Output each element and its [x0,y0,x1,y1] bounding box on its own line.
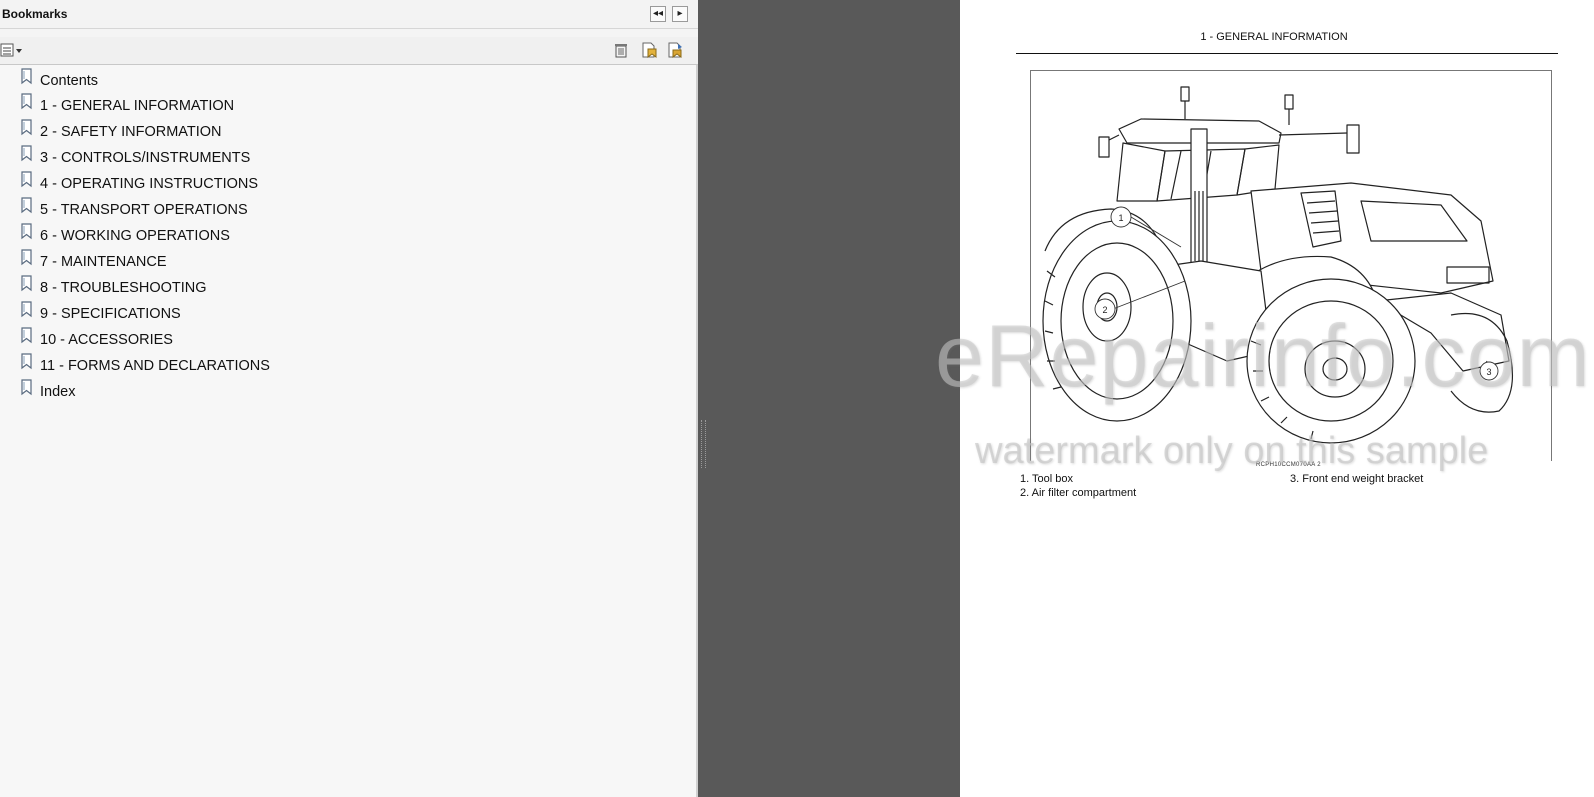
bookmark-troubleshooting[interactable]: 8 - TROUBLESHOOTING [20,275,207,299]
bookmark-label: 11 - FORMS AND DECLARATIONS [40,358,270,374]
bookmark-operating-instructions[interactable]: 4 - OPERATING INSTRUCTIONS [20,171,259,195]
legend-text: Front end weight bracket [1302,473,1424,485]
delete-icon[interactable] [612,41,630,59]
legend-number: 1. [1020,473,1030,485]
bookmark-label: 8 - TROUBLESHOOTING [40,280,207,296]
expand-bookmark-icon[interactable] [666,41,684,59]
bookmark-forms-and-declarations[interactable]: 11 - FORMS AND DECLARATIONS [20,353,270,377]
bookmark-contents[interactable]: Contents [20,68,99,92]
bookmark-icon [21,145,32,162]
bookmark-icon [21,327,32,344]
legend-text: Tool box [1032,473,1074,485]
options-menu-icon[interactable] [0,41,24,59]
bookmark-controls-instruments[interactable]: 3 - CONTROLS/INSTRUMENTS [20,145,251,169]
bookmark-icon [21,379,32,396]
bookmark-label: 3 - CONTROLS/INSTRUMENTS [40,150,251,166]
bookmark-icon [21,353,32,370]
bookmark-label: 4 - OPERATING INSTRUCTIONS [40,176,259,192]
bookmark-label: 10 - ACCESSORIES [40,332,173,348]
bookmarks-title: Bookmarks [2,7,68,21]
callout-2: 2 [1102,305,1107,315]
bookmark-icon [21,119,32,136]
bookmark-icon [21,171,32,188]
document-gutter [698,0,960,797]
bookmark-icon [21,249,32,266]
bookmark-transport-operations[interactable]: 5 - TRANSPORT OPERATIONS [20,197,248,221]
bookmark-general-information[interactable]: 1 - GENERAL INFORMATION [20,93,235,117]
bookmark-icon [21,223,32,240]
bookmark-icon [21,197,32,214]
bookmarks-list: Contents 1 - GENERAL INFORMATION 2 - SAF… [0,65,698,797]
bookmark-accessories[interactable]: 10 - ACCESSORIES [20,327,173,351]
new-bookmark-icon[interactable] [640,41,658,59]
section-header: 1 - GENERAL INFORMATION [960,31,1594,43]
bookmark-label: Index [40,384,76,400]
callout-3: 3 [1486,367,1491,377]
bookmark-icon [21,275,32,292]
document-page: 1 - GENERAL INFORMATION 1 2 3 RCPH10CCM0… [960,0,1594,797]
bookmark-specifications[interactable]: 9 - SPECIFICATIONS [20,301,181,325]
collapse-panel-button[interactable]: ◂◂ [650,6,666,22]
bookmark-icon [21,301,32,318]
bookmark-maintenance[interactable]: 7 - MAINTENANCE [20,249,167,273]
bookmarks-toolbar [0,37,698,65]
bookmarks-panel: Bookmarks ◂◂ ▸ Contents 1 - GENERAL INFO… [0,0,698,797]
bookmark-index[interactable]: Index [20,379,76,403]
expand-panel-button[interactable]: ▸ [672,6,688,22]
bookmark-label: 6 - WORKING OPERATIONS [40,228,230,244]
bookmark-safety-information[interactable]: 2 - SAFETY INFORMATION [20,119,222,143]
bookmarks-header: Bookmarks ◂◂ ▸ [0,0,698,29]
legend-item-1: 1. Tool box [1020,473,1073,485]
legend-item-3: 3. Front end weight bracket [1290,473,1423,485]
figure-code: RCPH10CCM070AA 2 [1256,462,1321,468]
bookmark-working-operations[interactable]: 6 - WORKING OPERATIONS [20,223,230,247]
callout-1: 1 [1118,213,1123,223]
bookmark-icon [21,93,32,110]
bookmark-icon [21,68,32,85]
panel-resize-handle[interactable] [701,420,706,468]
legend-item-2: 2. Air filter compartment [1020,487,1136,499]
bookmark-label: 2 - SAFETY INFORMATION [40,124,222,140]
bookmark-label: 5 - TRANSPORT OPERATIONS [40,202,248,218]
bookmark-label: 9 - SPECIFICATIONS [40,306,181,322]
tractor-illustration: 1 2 3 [1042,86,1513,444]
header-rule [1016,53,1558,54]
bookmark-label: 1 - GENERAL INFORMATION [40,98,235,114]
legend-number: 3. [1290,473,1300,485]
figure-frame: 1 2 3 [1030,70,1552,461]
bookmark-label: Contents [40,73,99,89]
section-title: 1 - GENERAL INFORMATION [1200,31,1348,43]
bookmark-label: 7 - MAINTENANCE [40,254,167,270]
legend-text: Air filter compartment [1031,487,1137,499]
legend-number: 2. [1020,487,1030,499]
